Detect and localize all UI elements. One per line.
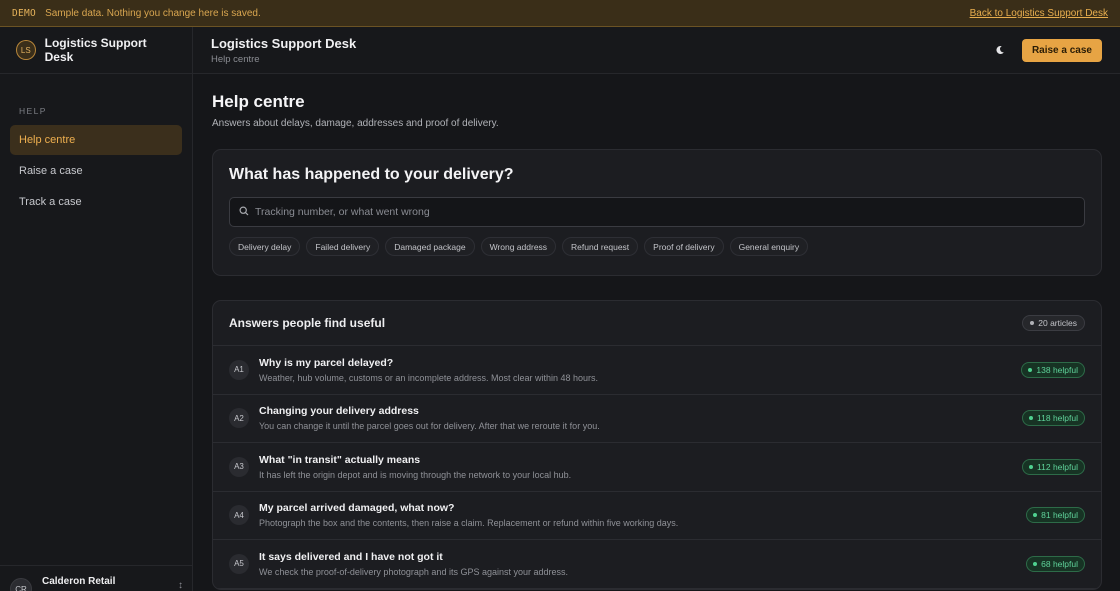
article-id: A5 [229, 553, 249, 574]
user-name: Calderon Retail [42, 576, 116, 587]
helpful-count: 81 helpful [1041, 510, 1078, 521]
article-desc: It has left the origin depot and is movi… [259, 469, 572, 480]
answers-header: Answers people find useful 20 articles [213, 301, 1101, 346]
brand-avatar: LS [16, 40, 36, 60]
dot-icon [1033, 561, 1038, 566]
helpful-count: 118 helpful [1037, 413, 1078, 424]
chip-delivery-delay[interactable]: Delivery delay [229, 237, 301, 256]
helpful-badge: 68 helpful [1026, 555, 1085, 572]
brand-name: Logistics Support Desk [44, 36, 147, 64]
article-title: Changing your delivery address [259, 405, 419, 418]
helpful-count: 112 helpful [1037, 461, 1078, 472]
sidebar-item-track-case[interactable]: Track a case [10, 187, 182, 217]
article-title: My parcel arrived damaged, what now? [259, 502, 455, 515]
article-desc: We check the proof-of-delivery photograp… [259, 566, 569, 577]
raise-case-button[interactable]: Raise a case [1021, 38, 1102, 62]
article-count: 20 articles [1038, 318, 1077, 328]
topic-chips: Delivery delay Failed delivery Damaged p… [229, 237, 1085, 256]
helpful-badge: 112 helpful [1022, 458, 1085, 475]
sidebar: LS Logistics Support Desk HELP Help cent… [0, 27, 193, 591]
article-id: A1 [229, 359, 249, 380]
chip-proof-of-delivery[interactable]: Proof of delivery [644, 237, 724, 256]
chip-refund-request[interactable]: Refund request [562, 237, 639, 256]
search-heading: What has happened to your delivery? [229, 166, 514, 183]
helpful-badge: 138 helpful [1021, 361, 1085, 378]
chip-wrong-address[interactable]: Wrong address [480, 237, 557, 256]
moon-icon[interactable] [992, 42, 1008, 58]
article-id: A2 [229, 408, 249, 429]
list-item[interactable]: A5 It says delivered and I have not got … [213, 540, 1101, 589]
helpful-badge: 118 helpful [1022, 410, 1085, 427]
nav-heading: HELP [19, 106, 47, 116]
chip-failed-delivery[interactable]: Failed delivery [306, 237, 380, 256]
list-item[interactable]: A4 My parcel arrived damaged, what now? … [213, 492, 1101, 540]
user-avatar: CR [10, 578, 32, 591]
article-id: A4 [229, 505, 249, 526]
search-card: What has happened to your delivery? Deli… [212, 149, 1102, 276]
list-item[interactable]: A2 Changing your delivery address You ca… [213, 395, 1101, 443]
article-title: What "in transit" actually means [259, 453, 421, 466]
dot-icon [1029, 416, 1034, 421]
search-icon [239, 203, 249, 221]
search-box[interactable] [229, 197, 1085, 227]
article-id: A3 [229, 456, 249, 477]
brand[interactable]: LS Logistics Support Desk [0, 27, 192, 74]
article-desc: Photograph the box and the contents, the… [259, 518, 679, 529]
article-title: It says delivered and I have not got it [259, 550, 443, 563]
chip-general-enquiry[interactable]: General enquiry [729, 237, 809, 256]
sidebar-nav: HELP Help centre Raise a case Track a ca… [0, 74, 192, 217]
demo-banner: DEMO Sample data. Nothing you change her… [0, 0, 1120, 27]
topbar: Logistics Support Desk Help centre Raise… [193, 27, 1120, 74]
dot-icon [1030, 321, 1035, 325]
sidebar-item-label: Help centre [19, 134, 76, 146]
sidebar-item-label: Track a case [19, 196, 82, 208]
back-link[interactable]: Back to Logistics Support Desk [970, 8, 1108, 19]
helpful-count: 68 helpful [1041, 558, 1078, 569]
list-item[interactable]: A3 What "in transit" actually means It h… [213, 443, 1101, 492]
list-item[interactable]: A1 Why is my parcel delayed? Weather, hu… [213, 346, 1101, 395]
demo-tag: DEMO [12, 7, 37, 19]
article-count-badge: 20 articles [1022, 315, 1085, 331]
page-subtitle: Answers about delays, damage, addresses … [212, 118, 499, 129]
helpful-count: 138 helpful [1036, 364, 1078, 375]
answers-title: Answers people find useful [229, 316, 386, 330]
demo-message: Sample data. Nothing you change here is … [45, 7, 261, 19]
dot-icon [1028, 367, 1033, 372]
user-menu-icon[interactable]: ↕ [178, 580, 183, 591]
main-content: Help centre Answers about delays, damage… [212, 92, 1102, 590]
breadcrumb: Help centre [211, 53, 260, 65]
article-desc: You can change it until the parcel goes … [259, 421, 600, 432]
topbar-title: Logistics Support Desk [211, 35, 357, 51]
search-input[interactable] [255, 206, 1055, 218]
dot-icon [1029, 464, 1034, 469]
sidebar-item-help-centre[interactable]: Help centre [10, 125, 182, 155]
article-desc: Weather, hub volume, customs or an incom… [259, 372, 598, 383]
page-title: Help centre [212, 92, 305, 111]
sidebar-item-label: Raise a case [19, 165, 83, 177]
user-profile[interactable]: CR Calderon Retail ↕ [0, 565, 193, 591]
dot-icon [1033, 513, 1038, 518]
helpful-badge: 81 helpful [1026, 507, 1085, 524]
sidebar-item-raise-case[interactable]: Raise a case [10, 156, 182, 186]
chip-damaged-package[interactable]: Damaged package [385, 237, 475, 256]
article-title: Why is my parcel delayed? [259, 356, 394, 369]
answers-card: Answers people find useful 20 articles A… [212, 300, 1102, 590]
